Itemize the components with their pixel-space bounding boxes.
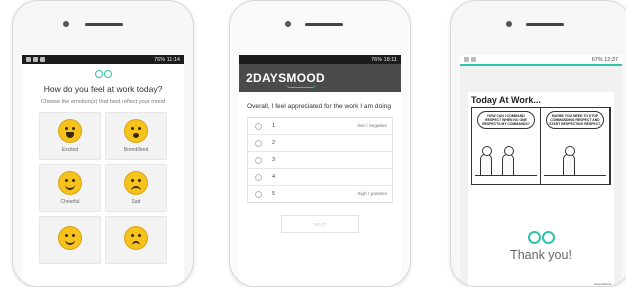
next-button[interactable]: NEXT — [281, 215, 359, 233]
app-logo — [22, 70, 184, 78]
speech-bubble: HOW CAN I COMMAND RESPECT WHEN NO ONE RE… — [477, 111, 535, 129]
camera-dot — [506, 21, 512, 27]
rating-option-3[interactable]: 3 — [248, 152, 392, 169]
phone-mockup-thankyou: 67% 12:37 Today At Work... HOW CAN I COM… — [450, 0, 626, 287]
radio-button[interactable] — [255, 173, 262, 181]
emotion-option-sad[interactable]: Sad — [105, 164, 167, 212]
yawn-icon — [124, 119, 148, 143]
notification-icon — [40, 57, 45, 62]
rating-number: 2 — [272, 140, 276, 146]
camera-dot — [63, 21, 69, 27]
emotion-screen: 76% 11:14 How do you feel at work today?… — [22, 55, 184, 286]
desk-line — [544, 175, 606, 181]
rating-option-4[interactable]: 4 — [248, 169, 392, 186]
radio-button[interactable] — [255, 139, 262, 147]
status-time: 18:11 — [383, 56, 397, 63]
smile-icon — [58, 226, 82, 250]
speech-bubble: MAYBE YOU NEED TO STOP COMMANDING RESPEC… — [546, 111, 604, 129]
page-subtitle: Choose the emotion(s) that best reflect … — [40, 99, 166, 105]
camera-dot — [285, 21, 291, 27]
notification-icon — [464, 57, 469, 62]
comic-panel: HOW CAN I COMMAND RESPECT WHEN NO ONE RE… — [472, 108, 541, 184]
notification-icon — [26, 57, 31, 62]
radio-button[interactable] — [255, 190, 262, 198]
rating-option-2[interactable]: 2 — [248, 135, 392, 152]
comic-panel: MAYBE YOU NEED TO STOP COMMANDING RESPEC… — [541, 108, 610, 184]
app-logo — [468, 231, 614, 244]
page-title: How do you feel at work today? — [43, 84, 163, 94]
notification-icon — [33, 57, 38, 62]
speaker-slot — [526, 23, 564, 26]
status-bar: 76% 11:14 — [22, 55, 184, 64]
rating-label: high / positive — [357, 191, 387, 197]
emotion-option-excited[interactable]: Excited — [39, 112, 101, 160]
comic-credit: Scott Adams — [594, 282, 611, 286]
worried-icon — [124, 226, 148, 250]
rating-label: low / negative — [357, 123, 387, 129]
question-screen: 76% 18:11 2DAYSMOOD Overall, I feel appr… — [239, 55, 401, 286]
comic-strip: HOW CAN I COMMAND RESPECT WHEN NO ONE RE… — [471, 107, 611, 286]
character-figure — [480, 146, 492, 176]
comic-title: Today At Work... — [471, 95, 541, 105]
radio-button[interactable] — [255, 122, 262, 130]
emotion-option-bored[interactable]: Bored/tired — [105, 112, 167, 160]
rating-option-5[interactable]: 5 high / positive — [248, 186, 392, 202]
phone-mockup-question: 76% 18:11 2DAYSMOOD Overall, I feel appr… — [229, 0, 411, 287]
content-card: Today At Work... HOW CAN I COMMAND RESPE… — [468, 92, 614, 286]
rating-number: 3 — [272, 157, 276, 163]
emotion-option-worried[interactable] — [105, 216, 167, 264]
emotion-label: Excited — [61, 147, 79, 153]
notification-icon — [471, 57, 476, 62]
status-time: 12:37 — [604, 56, 618, 63]
emotion-label: Cheerful — [60, 199, 80, 205]
emotion-grid: Excited Bored/tired Cheerful Sad — [22, 106, 184, 264]
wink-tongue-icon — [58, 171, 82, 195]
emotion-label: Bored/tired — [123, 147, 149, 153]
status-bar: 67% 12:37 — [460, 55, 622, 66]
emotion-option-cheerful[interactable]: Cheerful — [39, 164, 101, 212]
character-figure — [563, 146, 575, 176]
thankyou-screen: 67% 12:37 Today At Work... HOW CAN I COM… — [460, 55, 622, 286]
question-text: Overall, I feel appreciated for the work… — [247, 103, 392, 110]
character-figure — [502, 146, 514, 176]
speaker-slot — [85, 23, 123, 26]
battery-level: 76% — [154, 56, 166, 63]
rating-scale: 1 low / negative 2 3 4 5 high / positive — [247, 117, 393, 203]
speaker-slot — [305, 23, 343, 26]
radio-button[interactable] — [255, 156, 262, 164]
emotion-option-smile[interactable] — [39, 216, 101, 264]
phone-mockup-emotions: 76% 11:14 How do you feel at work today?… — [12, 0, 194, 287]
sad-icon — [124, 171, 148, 195]
rating-option-1[interactable]: 1 low / negative — [248, 118, 392, 135]
rating-number: 5 — [272, 191, 276, 197]
rating-number: 1 — [272, 123, 276, 129]
rating-number: 4 — [272, 174, 276, 180]
brand-logo: 2DAYSMOOD — [246, 71, 325, 88]
status-bar: 76% 18:11 — [239, 55, 401, 64]
desk-line — [475, 175, 537, 181]
app-header: 2DAYSMOOD — [239, 64, 401, 92]
battery-level: 67% — [591, 56, 603, 63]
status-time: 11:14 — [166, 56, 180, 63]
thank-you-message: Thank you! — [510, 248, 572, 262]
grin-icon — [58, 119, 82, 143]
battery-level: 76% — [371, 56, 383, 63]
emotion-label: Sad — [131, 199, 141, 205]
